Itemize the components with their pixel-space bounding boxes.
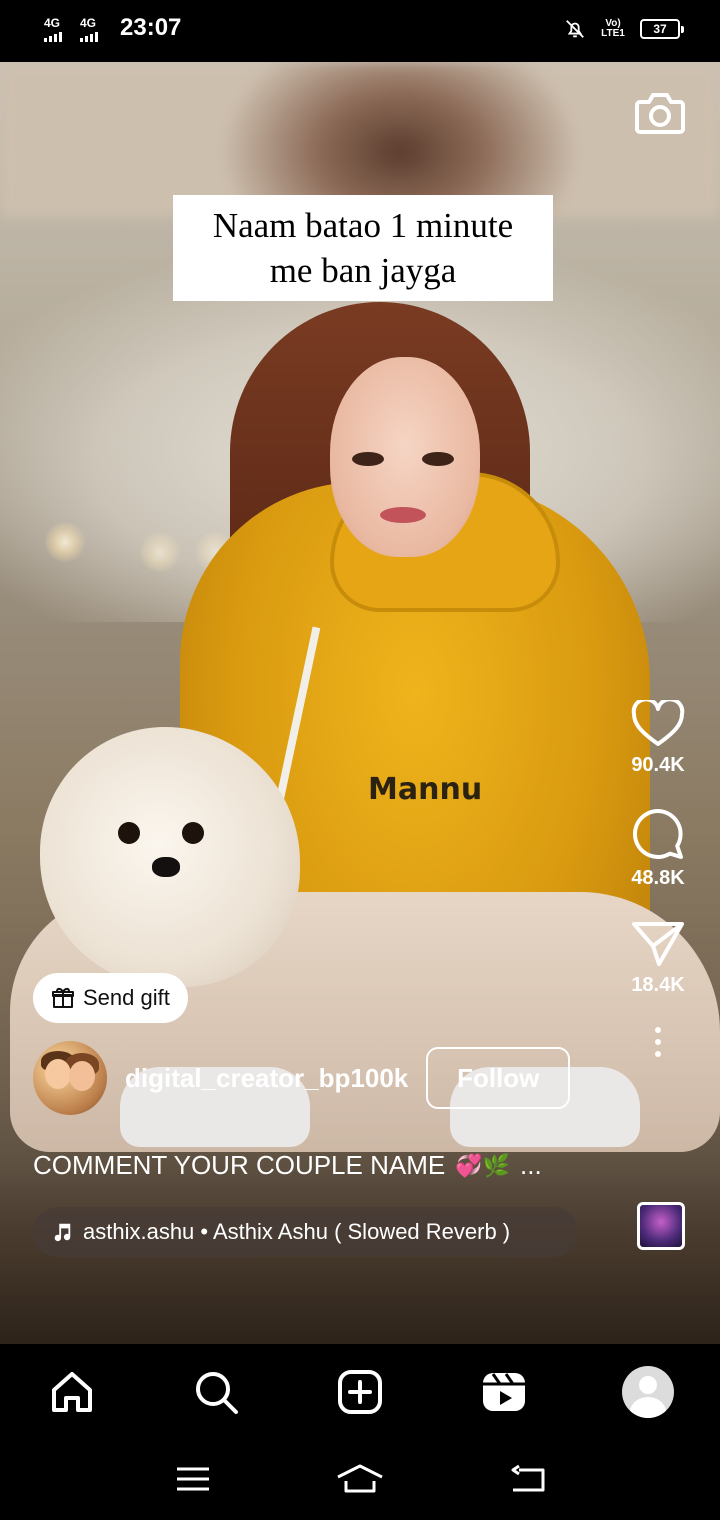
share-count: 18.4K	[631, 974, 685, 996]
battery-level: 37	[653, 22, 667, 36]
lips	[380, 507, 426, 523]
menu-icon[interactable]	[163, 1459, 223, 1499]
battery-icon: 37	[640, 19, 684, 39]
more-icon[interactable]	[618, 1027, 698, 1057]
eye	[422, 452, 454, 466]
heart-icon	[631, 700, 685, 746]
signal-bars-icon	[44, 32, 62, 42]
home-nav-icon[interactable]	[330, 1459, 390, 1499]
mute-icon	[566, 20, 584, 38]
like-count: 90.4K	[631, 754, 685, 776]
comment-icon	[633, 809, 683, 859]
signal-2-label: 4G	[80, 16, 97, 30]
reels-icon[interactable]	[474, 1362, 534, 1422]
bottom-tab-bar	[0, 1346, 720, 1438]
share-button[interactable]: 18.4K	[618, 920, 698, 997]
send-gift-label: Send gift	[83, 985, 170, 1010]
audio-text: asthix.ashu • Asthix Ashu ( Slowed Rever…	[83, 1219, 511, 1244]
profile-avatar[interactable]	[618, 1362, 678, 1422]
description-more[interactable]: ...	[520, 1150, 542, 1181]
audio-pill[interactable]: asthix.ashu • Asthix Ashu ( Slowed Rever…	[33, 1207, 578, 1257]
music-note-icon	[54, 1223, 71, 1242]
home-icon[interactable]	[42, 1362, 102, 1422]
caption-box: Naam batao 1 minute me ban jayga	[173, 195, 553, 301]
search-icon[interactable]	[186, 1362, 246, 1422]
avatar[interactable]	[33, 1041, 107, 1115]
like-button[interactable]: 90.4K	[618, 700, 698, 777]
signal-1-label: 4G	[44, 16, 61, 30]
gift-icon	[52, 987, 74, 1008]
eye	[352, 452, 384, 466]
send-icon	[632, 922, 684, 966]
audio-thumbnail[interactable]	[637, 1202, 685, 1250]
dog-nose	[152, 857, 180, 877]
author-row: digital_creator_bp100k Follow	[33, 1040, 571, 1116]
description-emojis: 💞🌿	[455, 1152, 511, 1178]
back-icon[interactable]	[497, 1459, 557, 1499]
background-blur	[0, 62, 720, 217]
dog-eye	[118, 822, 140, 844]
description-text: COMMENT YOUR COUPLE NAME	[33, 1150, 446, 1180]
signal-bars-icon	[80, 32, 98, 42]
system-nav-bar	[0, 1438, 720, 1520]
send-gift-button[interactable]: Send gift	[33, 973, 188, 1023]
action-rail: 90.4K 48.8K 18.4K	[618, 700, 698, 1057]
follow-button[interactable]: Follow	[426, 1047, 571, 1109]
status-icons: Vo) LTE1 37	[564, 18, 684, 40]
username[interactable]: digital_creator_bp100k	[125, 1063, 408, 1094]
caption-line-2: me ban jayga	[269, 251, 457, 290]
camera-icon[interactable]	[634, 90, 686, 136]
status-bar: 4G 4G 23:07 Vo) LTE1 37	[0, 0, 720, 62]
hoodie-text: Mannu	[368, 772, 483, 807]
reel-description[interactable]: COMMENT YOUR COUPLE NAME 💞🌿 ...	[33, 1150, 542, 1181]
face	[330, 357, 480, 557]
clock: 23:07	[120, 14, 182, 41]
caption-line-1: Naam batao 1 minute	[212, 206, 514, 245]
comment-count: 48.8K	[631, 867, 685, 889]
dog-eye	[182, 822, 204, 844]
volte-icon: Vo) LTE1	[601, 18, 625, 39]
create-icon[interactable]	[330, 1362, 390, 1422]
comment-button[interactable]: 48.8K	[618, 807, 698, 890]
